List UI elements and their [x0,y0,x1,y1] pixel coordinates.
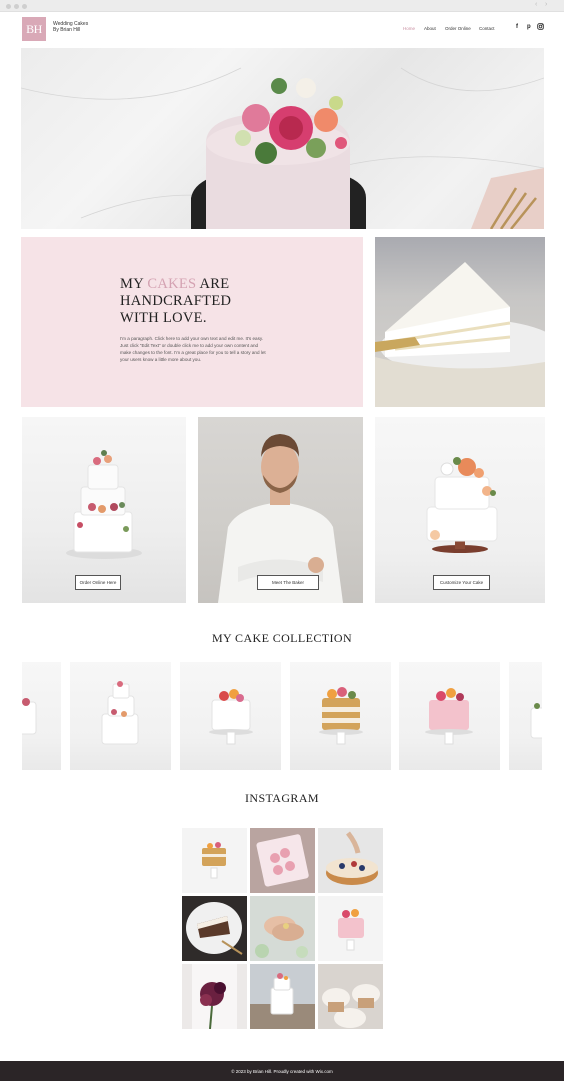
nav-contact[interactable]: Contact [479,26,495,31]
nav-order-online[interactable]: Order Online [445,26,471,31]
instagram-post-1[interactable] [182,828,247,893]
intro-panel: MY CAKES ARE HANDCRAFTED WITH LOVE. I'm … [21,237,363,407]
instagram-post-6[interactable] [318,896,383,961]
customize-cake-button[interactable]: Customize Your Cake [433,575,490,590]
cake-slice-image [375,237,545,407]
order-online-button[interactable]: Order Online Here [75,575,121,590]
collection-title: MY CAKE COLLECTION [211,631,353,645]
instagram-post-5[interactable] [250,896,315,961]
site-header: BH Wedding Cakes By Brian Hill Home Abou… [0,12,564,48]
intro-heading-part2: ARE [196,276,230,292]
collection-item-partial-right[interactable] [509,662,542,770]
instagram-post-8[interactable] [250,964,315,1029]
meet-the-baker-button[interactable]: Meet The Baker [257,575,319,590]
site-title[interactable]: Wedding Cakes By Brian Hill [53,21,88,33]
nav-home[interactable]: Home [403,26,415,31]
window-minimize-dot[interactable] [14,4,19,9]
instagram-icon[interactable] [537,23,544,32]
instagram-post-2[interactable] [250,828,315,893]
instagram-title: INSTAGRAM [245,791,319,805]
collection-item-partial-left[interactable] [22,662,61,770]
window-close-dot[interactable] [6,4,11,9]
hero-cake-image [21,48,544,229]
nav-about[interactable]: About [424,26,436,31]
browser-back-icon[interactable]: ‹ [535,1,537,8]
instagram-post-7[interactable] [182,964,247,1029]
intro-heading-line2: HANDCRAFTED [120,293,232,309]
facebook-icon[interactable]: f [516,24,518,30]
collection-item-4[interactable] [399,662,500,770]
logo-text: BH [26,21,42,36]
intro-heading-line3: WITH LOVE. [120,310,207,326]
card-meet-baker: Meet The Baker [198,417,363,603]
site-title-line2: By Brian Hill [53,27,81,33]
intro-heading: MY CAKES ARE HANDCRAFTED WITH LOVE. [120,276,231,327]
collection-item-1[interactable] [70,662,171,770]
instagram-post-3[interactable] [318,828,383,893]
collection-item-3[interactable] [290,662,391,770]
window-maximize-dot[interactable] [22,4,27,9]
site-logo[interactable]: BH [22,17,46,41]
pinterest-icon[interactable]: p [527,24,531,30]
collection-item-2[interactable] [180,662,281,770]
intro-heading-accent: CAKES [147,276,197,292]
browser-forward-icon[interactable]: › [545,1,547,8]
instagram-post-9[interactable] [318,964,383,1029]
card-customize-cake: Customize Your Cake [375,417,545,603]
site-footer: © 2023 by Brian Hill. Proudly created wi… [0,1061,564,1081]
intro-heading-part1: MY [120,276,148,292]
intro-paragraph: I'm a paragraph. Click here to add your … [120,336,266,362]
browser-chrome: ‹ › [0,0,564,12]
card-order-online: Order Online Here [22,417,186,603]
footer-text: © 2023 by Brian Hill. Proudly created wi… [231,1068,333,1074]
instagram-post-4[interactable] [182,896,247,961]
